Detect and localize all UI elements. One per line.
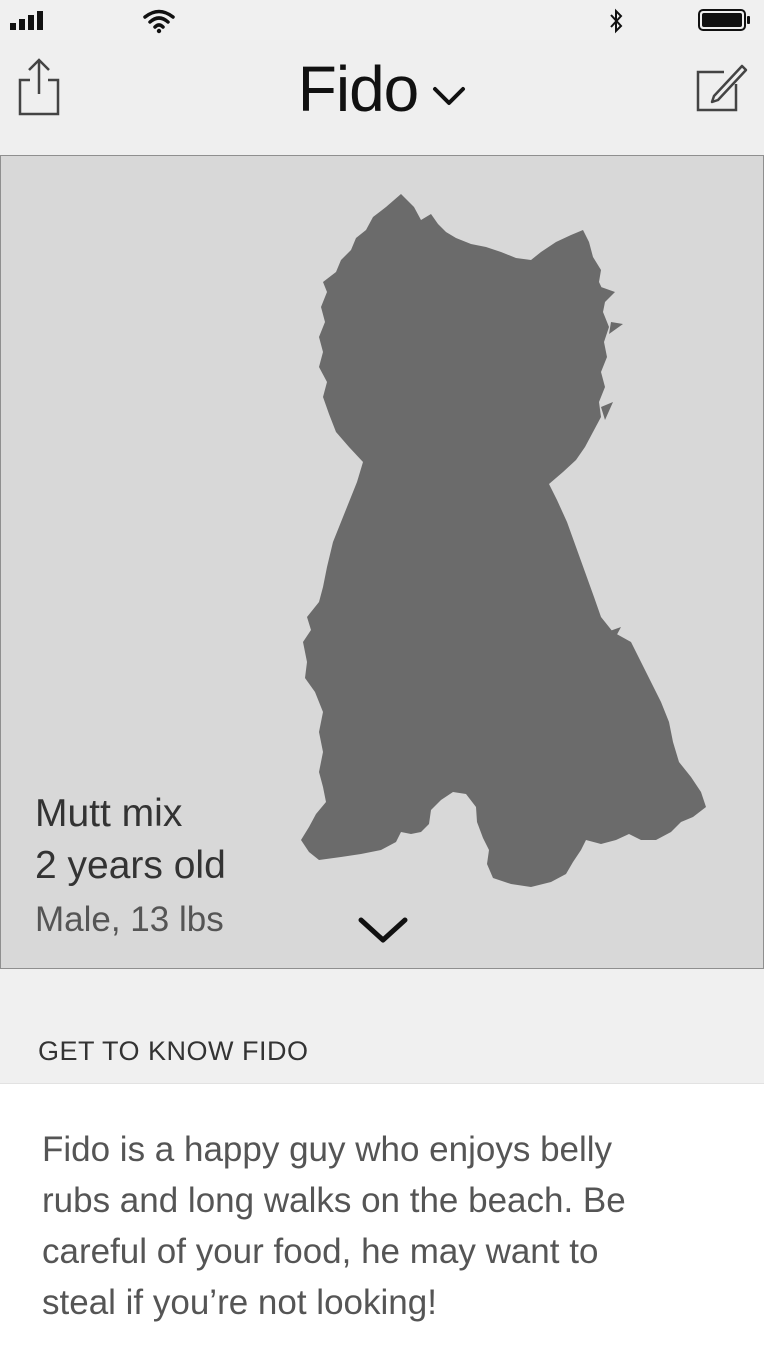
page-title: Fido — [297, 53, 419, 125]
dog-body — [301, 194, 706, 887]
dog-silhouette-image — [301, 194, 706, 887]
chevron-down-icon — [433, 87, 466, 105]
section-header: GET TO KNOW FIDO — [38, 1036, 309, 1066]
about-text: Fido is a happy guy who enjoys belly rub… — [42, 1130, 626, 1322]
pet-age: 2 years old — [35, 844, 226, 887]
pet-photo-card[interactable]: Mutt mix 2 years old Male, 13 lbs — [0, 155, 764, 969]
signal-bars-icon — [10, 11, 43, 30]
edit-button[interactable] — [692, 60, 748, 114]
pet-breed: Mutt mix — [35, 792, 183, 835]
pet-selector[interactable]: Fido — [0, 53, 764, 125]
battery-icon — [698, 9, 750, 31]
pet-info: Mutt mix 2 years old Male, 13 lbs — [35, 788, 226, 948]
edit-icon — [696, 64, 748, 112]
expand-chevron-icon[interactable] — [357, 916, 409, 944]
pet-sex-weight: Male, 13 lbs — [35, 900, 224, 939]
status-bar — [0, 0, 764, 40]
about-panel: Fido is a happy guy who enjoys belly rub… — [0, 1083, 764, 1361]
bluetooth-icon — [610, 8, 623, 34]
nav-bar: Fido — [0, 40, 764, 155]
wifi-icon — [143, 9, 175, 34]
